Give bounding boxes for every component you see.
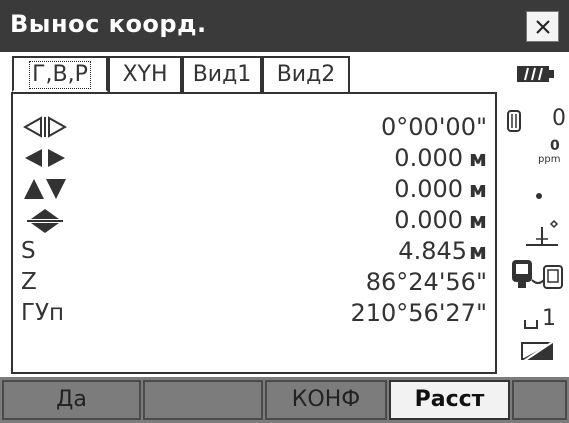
value-text: 0°00'00" bbox=[381, 113, 487, 141]
row-label: Z bbox=[21, 269, 37, 295]
ppm-value: 0 bbox=[550, 138, 560, 154]
row-label: S bbox=[21, 238, 36, 264]
tab-label: Вид2 bbox=[276, 62, 336, 87]
horizontal-distance-diff-icon bbox=[25, 148, 65, 168]
value-text: 86°24'56" bbox=[365, 268, 487, 296]
close-icon bbox=[536, 20, 550, 34]
softkey-empty-2[interactable] bbox=[143, 380, 263, 420]
prism-icon bbox=[507, 110, 521, 132]
row-value: 0.000 м bbox=[394, 143, 487, 175]
row-value: 210°56'27" bbox=[350, 298, 487, 328]
value-text: 0.000 bbox=[394, 206, 464, 234]
title-bar: Вынос коорд. bbox=[0, 0, 569, 52]
row-label: ГУп bbox=[21, 300, 65, 326]
tilt-icon bbox=[526, 219, 559, 246]
row-value: 4.845м bbox=[398, 236, 487, 268]
spacebar-icon bbox=[524, 320, 538, 329]
height-diff-icon bbox=[24, 179, 66, 199]
laser-dot-icon bbox=[536, 193, 542, 199]
vertical-diff-icon bbox=[27, 209, 63, 233]
row-value: 86°24'56" bbox=[366, 267, 487, 297]
mode-value: 1 bbox=[542, 306, 556, 331]
softkey-bar: Да КОНФ Расст bbox=[0, 377, 569, 423]
ppm-label: ppm bbox=[538, 154, 561, 165]
communication-icon bbox=[512, 260, 563, 289]
horizontal-angle-diff-icon bbox=[23, 116, 67, 138]
row-vertical-diff: 0.000 м bbox=[13, 205, 495, 235]
softkey-empty-5[interactable] bbox=[512, 380, 567, 420]
value-text: 210°56'27" bbox=[350, 299, 487, 327]
window-title: Вынос коорд. bbox=[10, 10, 207, 38]
unit-label: м bbox=[469, 240, 487, 265]
input-mode-icon bbox=[521, 340, 555, 362]
tab-label: XYH bbox=[122, 62, 168, 87]
tab-xyh[interactable]: XYH bbox=[108, 56, 182, 92]
row-horizontal-angle-diff: 0°00'00" bbox=[13, 112, 495, 142]
close-button[interactable] bbox=[526, 11, 559, 42]
row-value: 0.000 м bbox=[394, 205, 487, 237]
row-value: 0.000 м bbox=[394, 174, 487, 206]
unit-label: м bbox=[469, 147, 487, 172]
tab-label: Г,В,Р bbox=[29, 61, 91, 89]
row-height-diff: 0.000 м bbox=[13, 174, 495, 204]
status-column: 0 0 ppm 1 bbox=[500, 56, 569, 374]
value-text: 0.000 bbox=[394, 175, 464, 203]
unit-label: м bbox=[469, 209, 487, 234]
value-text: 4.845 bbox=[398, 237, 468, 265]
row-value: 0°00'00" bbox=[381, 112, 487, 142]
row-zenith-angle: Z 86°24'56" bbox=[13, 267, 495, 297]
row-horizontal-angle: ГУп 210°56'27" bbox=[13, 298, 495, 328]
softkey-distance[interactable]: Расст bbox=[389, 380, 510, 420]
row-slope-distance: S 4.845м bbox=[13, 236, 495, 266]
stakeout-coordinates-screen: Вынос коорд. Г,В,Р XYH Вид1 Вид2 0°00'00… bbox=[0, 0, 569, 423]
tab-view2[interactable]: Вид2 bbox=[262, 56, 350, 92]
battery-icon bbox=[517, 66, 554, 82]
target-constant-value: 0 bbox=[552, 106, 566, 131]
value-text: 0.000 bbox=[394, 144, 464, 172]
tab-view1[interactable]: Вид1 bbox=[182, 56, 262, 92]
tab-label: Вид1 bbox=[192, 62, 252, 87]
measurement-panel: 0°00'00" 0.000 м 0.000 м 0.000 м S 4.845… bbox=[11, 92, 497, 374]
unit-label: м bbox=[469, 178, 487, 203]
tab-angle-distance[interactable]: Г,В,Р bbox=[12, 56, 108, 92]
row-horizontal-distance-diff: 0.000 м bbox=[13, 143, 495, 173]
softkey-config[interactable]: КОНФ bbox=[265, 380, 387, 420]
softkey-yes[interactable]: Да bbox=[2, 380, 141, 420]
